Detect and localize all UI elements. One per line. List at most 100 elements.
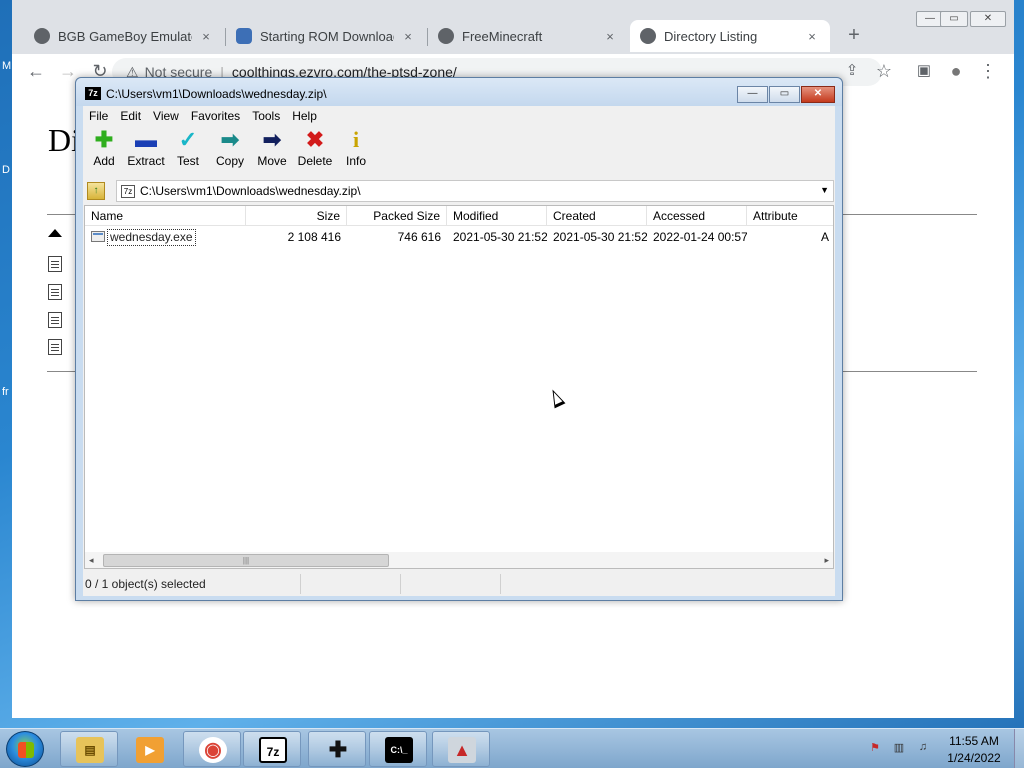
file-packed-size: 746 616: [397, 230, 441, 244]
show-desktop-button[interactable]: [1014, 729, 1024, 768]
copy-icon: ➡: [220, 127, 240, 152]
menu-file[interactable]: File: [83, 109, 114, 123]
desktop-icon-label: fr: [2, 386, 9, 398]
volume-icon[interactable]: ♫: [915, 741, 931, 755]
taskbar-chrome[interactable]: ◉: [183, 731, 241, 767]
taskbar: ▤ ▶ ◉ 7z ✚ C:\_ ▲ ⚑ ▥ ♫ 11:55 AM 1/24/20…: [0, 728, 1024, 768]
column-packed-size[interactable]: Packed Size: [347, 206, 447, 226]
7zip-titlebar[interactable]: 7z C:\Users\vm1\Downloads\wednesday.zip\…: [76, 78, 842, 106]
file-attributes: A: [820, 230, 829, 244]
back-button[interactable]: ←: [24, 60, 48, 84]
desktop-icon-label: D: [2, 164, 10, 176]
file-icon[interactable]: [48, 312, 62, 328]
file-icon[interactable]: [48, 339, 62, 355]
start-button[interactable]: [6, 731, 44, 767]
add-icon: ✚: [94, 127, 114, 152]
file-size: 2 108 416: [287, 230, 341, 244]
profile-avatar-icon[interactable]: ●: [944, 60, 968, 84]
minimize-button[interactable]: —: [737, 86, 768, 103]
scroll-left-icon[interactable]: ◂: [89, 555, 94, 566]
tab-strip: BGB GameBoy Emulator (… × Starting ROM D…: [12, 0, 1014, 54]
tab-label: FreeMinecraft: [462, 28, 543, 44]
toolbar: ✚ Add ▬ Extract ✓ Test ➡ Copy ➡ Move ✖ D…: [83, 126, 835, 176]
tool-label: Move: [257, 154, 287, 168]
selection-status: 0 / 1 object(s) selected: [83, 574, 301, 594]
column-size[interactable]: Size: [246, 206, 347, 226]
globe-icon: [438, 28, 454, 44]
scroll-right-icon[interactable]: ▸: [824, 555, 829, 566]
status-bar: 0 / 1 object(s) selected: [83, 572, 835, 594]
clock-date[interactable]: 1/24/2022: [944, 751, 1004, 765]
folder-icon: ▤: [76, 737, 104, 763]
close-button[interactable]: ✕: [801, 86, 835, 103]
menu-bar: File Edit View Favorites Tools Help: [83, 106, 835, 125]
tool-label: Add: [93, 154, 115, 168]
horizontal-scrollbar[interactable]: ◂ ||| ▸: [85, 552, 833, 568]
tab-close-icon[interactable]: ×: [804, 29, 820, 44]
file-icon[interactable]: [48, 284, 62, 300]
tab-starting-rom[interactable]: Starting ROM Download f… ×: [226, 20, 426, 52]
taskbar-media-player[interactable]: ▶: [120, 731, 178, 767]
add-button[interactable]: ✚ Add: [84, 126, 124, 176]
column-modified[interactable]: Modified: [447, 206, 547, 226]
parent-directory-icon[interactable]: [48, 229, 62, 237]
delete-button[interactable]: ✖ Delete: [293, 126, 337, 176]
tab-freeminecraft[interactable]: FreeMinecraft ×: [428, 20, 628, 52]
menu-view[interactable]: View: [147, 109, 185, 123]
tab-bgb-gameboy[interactable]: BGB GameBoy Emulator (… ×: [24, 20, 224, 52]
scrollbar-thumb[interactable]: |||: [103, 554, 389, 567]
tool-label: Copy: [215, 154, 244, 168]
action-center-flag-icon[interactable]: ⚑: [867, 741, 883, 755]
tab-close-icon[interactable]: ×: [198, 29, 214, 44]
tab-close-icon[interactable]: ×: [602, 29, 618, 44]
tab-close-icon[interactable]: ×: [400, 29, 416, 44]
column-accessed[interactable]: Accessed: [647, 206, 747, 226]
taskbar-game[interactable]: ✚: [308, 731, 366, 767]
terminal-icon: C:\_: [385, 737, 413, 763]
status-cell: [301, 574, 401, 594]
file-icon[interactable]: [48, 256, 62, 272]
test-button[interactable]: ✓ Test: [168, 126, 208, 176]
path-combobox[interactable]: 7z C:\Users\vm1\Downloads\wednesday.zip\…: [116, 180, 834, 202]
tab-directory-listing[interactable]: Directory Listing ×: [630, 20, 830, 52]
list-header: Name Size Packed Size Modified Created A…: [85, 206, 833, 226]
bookmark-star-icon[interactable]: ☆: [872, 60, 896, 84]
globe-icon: [640, 28, 656, 44]
menu-edit[interactable]: Edit: [114, 109, 147, 123]
info-button[interactable]: i Info: [336, 126, 376, 176]
table-row[interactable]: wednesday.exe 2 108 416 746 616 2021-05-…: [85, 228, 833, 246]
menu-favorites[interactable]: Favorites: [185, 109, 246, 123]
share-icon[interactable]: ⇪: [840, 60, 864, 84]
maximize-button[interactable]: ▭: [769, 86, 800, 103]
browser-menu-icon[interactable]: ⋮: [976, 60, 1000, 84]
extract-icon: ▬: [135, 127, 157, 152]
tool-label: Delete: [297, 154, 333, 168]
browser-maximize-button[interactable]: ▭: [940, 11, 968, 27]
move-button[interactable]: ➡ Move: [252, 126, 292, 176]
taskbar-file-explorer[interactable]: ▤: [60, 731, 118, 767]
column-name[interactable]: Name: [85, 206, 246, 226]
taskbar-command-prompt[interactable]: C:\_: [369, 731, 427, 767]
file-name[interactable]: wednesday.exe: [107, 229, 196, 246]
file-created: 2021-05-30 21:52: [553, 230, 647, 244]
copy-button[interactable]: ➡ Copy: [210, 126, 250, 176]
side-panel-icon[interactable]: ▣: [912, 60, 936, 84]
system-tray: ⚑ ▥ ♫ 11:55 AM 1/24/2022: [860, 729, 1024, 768]
extract-button[interactable]: ▬ Extract: [123, 126, 169, 176]
browser-close-button[interactable]: ✕: [970, 11, 1006, 27]
exe-file-icon: [91, 231, 105, 242]
java-icon: ▲: [448, 737, 476, 763]
network-icon[interactable]: ▥: [891, 741, 907, 755]
taskbar-7zip[interactable]: 7z: [243, 731, 301, 767]
menu-tools[interactable]: Tools: [246, 109, 286, 123]
column-created[interactable]: Created: [547, 206, 647, 226]
7zip-window: 7z C:\Users\vm1\Downloads\wednesday.zip\…: [75, 77, 843, 601]
dropdown-arrow-icon[interactable]: ▼: [820, 185, 829, 195]
menu-help[interactable]: Help: [286, 109, 323, 123]
column-attributes[interactable]: Attribute: [747, 206, 833, 226]
tool-label: Info: [345, 154, 366, 168]
clock-time[interactable]: 11:55 AM: [944, 734, 1004, 748]
new-tab-button[interactable]: +: [842, 24, 866, 48]
taskbar-java-app[interactable]: ▲: [432, 731, 490, 767]
up-folder-icon[interactable]: ↑: [87, 182, 105, 200]
